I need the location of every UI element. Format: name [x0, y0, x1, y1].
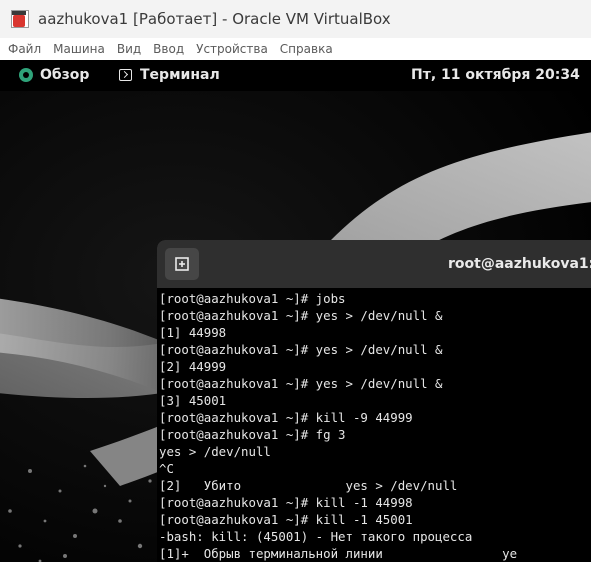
new-tab-button[interactable] — [165, 248, 199, 280]
terminal-line: [root@aazhukova1 ~]# yes > /dev/null & — [159, 376, 443, 391]
terminal-line: yes > /dev/null — [159, 444, 271, 459]
terminal-line: [2] Убито yes > /dev/null — [159, 478, 458, 493]
menu-view[interactable]: Вид — [117, 42, 141, 56]
terminal-line: [3] 45001 — [159, 393, 227, 408]
terminal-icon — [119, 69, 132, 81]
virtualbox-icon — [11, 10, 29, 28]
terminal-line: [2] 44999 — [159, 359, 227, 374]
terminal-line: [root@aazhukova1 ~]# yes > /dev/null & — [159, 308, 443, 323]
terminal-line: [1] 44998 — [159, 325, 227, 340]
terminal-line: [root@aazhukova1 ~]# kill -1 44998 — [159, 495, 413, 510]
activities-icon — [19, 68, 33, 82]
terminal-title: root@aazhukova1:~ — [448, 256, 591, 272]
menu-machine[interactable]: Машина — [53, 42, 105, 56]
new-tab-icon — [175, 257, 189, 271]
gnome-top-bar: Обзор Терминал Пт, 11 октября 20:34 — [0, 60, 591, 91]
terminal-window[interactable]: root@aazhukova1:~ [root@aazhukova1 ~]# j… — [157, 240, 591, 562]
vm-display[interactable]: Обзор Терминал Пт, 11 октября 20:34 root… — [0, 60, 591, 562]
app-menu-label: Терминал — [140, 67, 220, 83]
terminal-line: ^C — [159, 461, 174, 476]
terminal-line: [root@aazhukova1 ~]# kill -1 45001 — [159, 512, 413, 527]
window-title: aazhukova1 [Работает] - Oracle VM Virtua… — [38, 10, 391, 28]
terminal-line: [root@aazhukova1 ~]# fg 3 — [159, 427, 346, 442]
menu-help[interactable]: Справка — [280, 42, 333, 56]
terminal-output[interactable]: [root@aazhukova1 ~]# jobs [root@aazhukov… — [159, 290, 591, 562]
terminal-line: [root@aazhukova1 ~]# jobs — [159, 291, 346, 306]
menu-file[interactable]: Файл — [8, 42, 41, 56]
window-titlebar: aazhukova1 [Работает] - Oracle VM Virtua… — [0, 0, 591, 38]
clock[interactable]: Пт, 11 октября 20:34 — [411, 67, 580, 83]
menubar: Файл Машина Вид Ввод Устройства Справка — [0, 38, 591, 60]
app-menu-terminal[interactable]: Терминал — [119, 67, 220, 83]
menu-devices[interactable]: Устройства — [196, 42, 268, 56]
menu-input[interactable]: Ввод — [153, 42, 184, 56]
activities-label: Обзор — [40, 67, 90, 83]
activities-button[interactable]: Обзор — [18, 67, 89, 83]
terminal-line: [root@aazhukova1 ~]# yes > /dev/null & — [159, 342, 443, 357]
terminal-line: [root@aazhukova1 ~]# kill -9 44999 — [159, 410, 413, 425]
terminal-headerbar: root@aazhukova1:~ — [157, 240, 591, 288]
terminal-line: -bash: kill: (45001) - Нет такого процес… — [159, 529, 473, 544]
terminal-line: [1]+ Обрыв терминальной линии ye — [159, 546, 518, 561]
